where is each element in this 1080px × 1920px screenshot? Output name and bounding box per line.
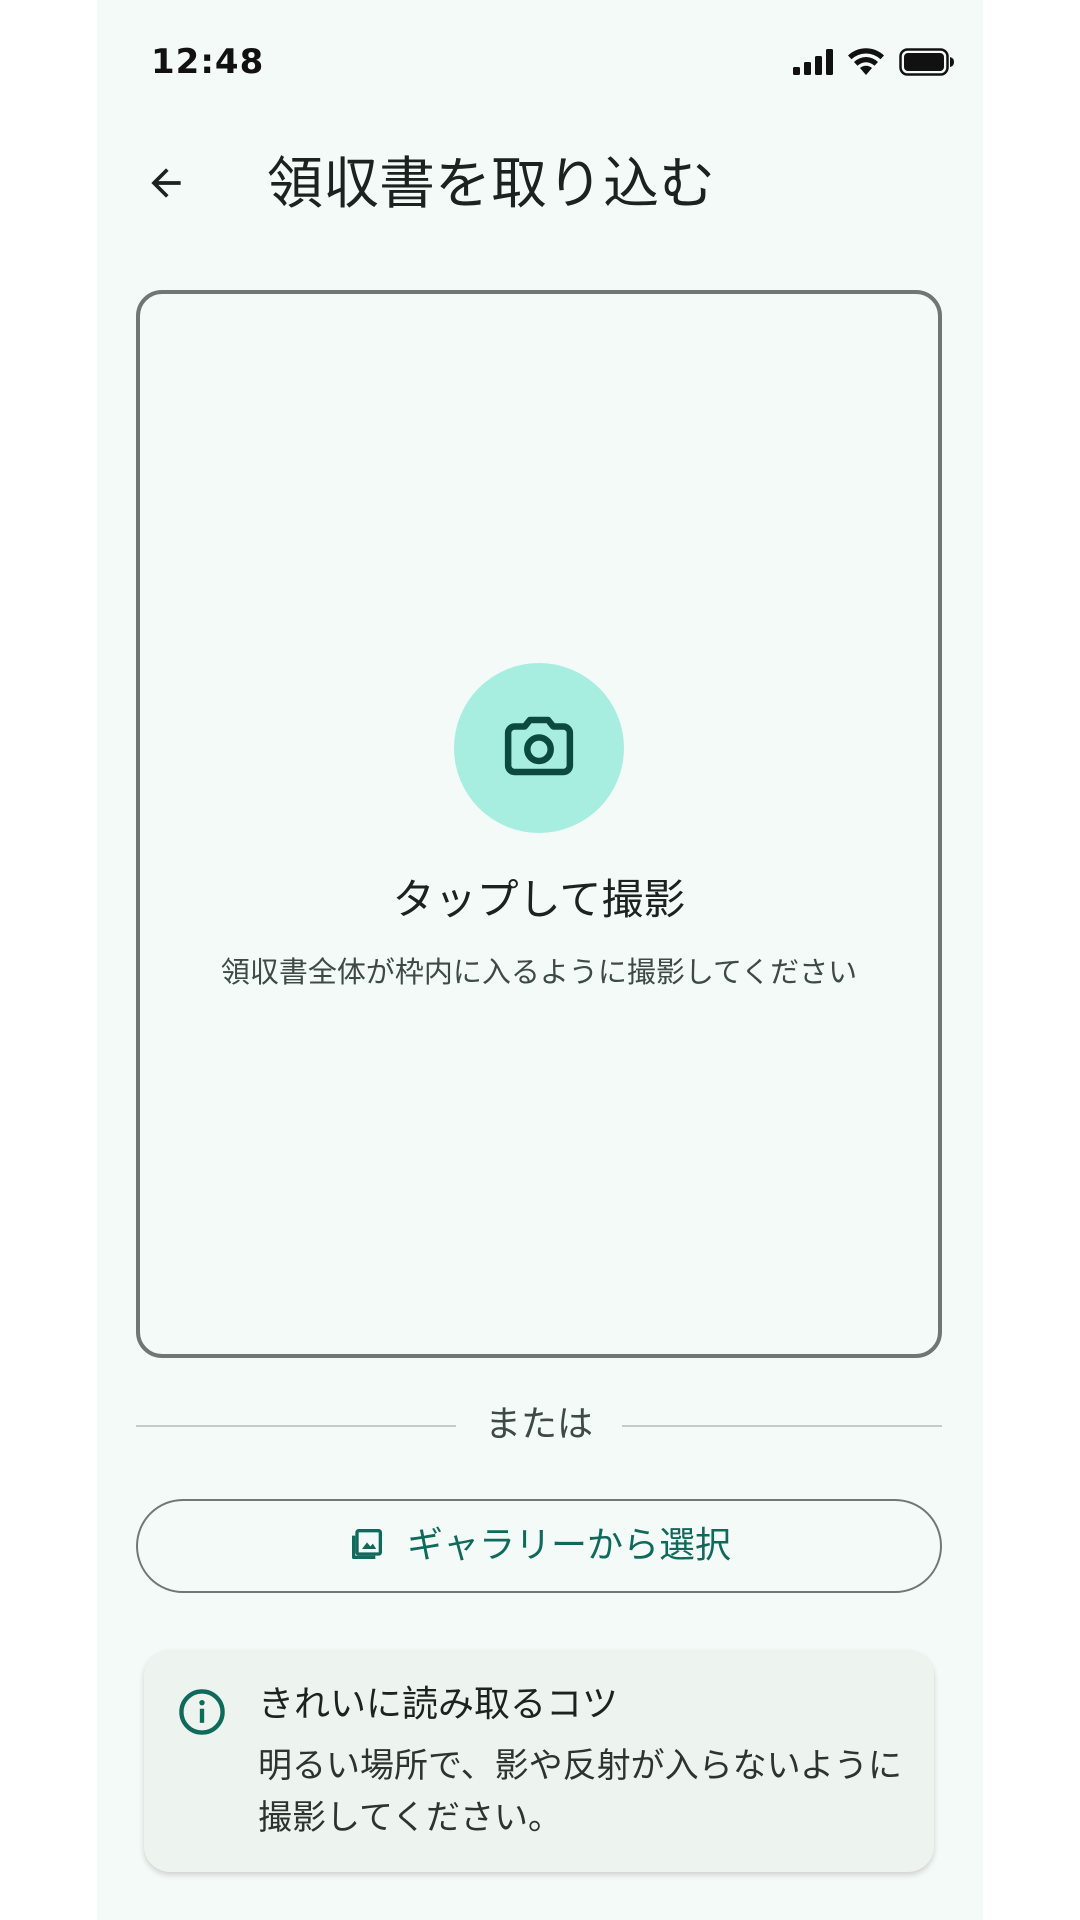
gallery-button-label: ギャラリーから選択 xyxy=(406,1525,731,1566)
back-button[interactable] xyxy=(133,152,199,218)
capture-area[interactable]: タップして撮影 領収書全体が枠内に入るように撮影してください xyxy=(136,290,942,1358)
battery-icon xyxy=(899,48,955,76)
cellular-signal-icon xyxy=(793,49,833,75)
tip-title: きれいに読み取るコツ xyxy=(258,1684,619,1725)
camera-button[interactable] xyxy=(454,663,624,833)
status-icons xyxy=(793,48,955,76)
wifi-icon xyxy=(847,48,885,76)
arrow-left-icon xyxy=(144,161,188,209)
top-app-bar: 領収書を取り込む xyxy=(97,140,983,230)
status-time: 12:48 xyxy=(151,42,265,82)
info-icon xyxy=(176,1686,228,1742)
capture-title: タップして撮影 xyxy=(392,875,686,924)
divider-line-right xyxy=(622,1425,942,1427)
status-bar: 12:48 xyxy=(97,0,983,130)
or-divider: または xyxy=(136,1400,942,1450)
page-title: 領収書を取り込む xyxy=(267,152,715,217)
camera-icon xyxy=(500,707,578,789)
capture-hint: 領収書全体が枠内に入るように撮影してください xyxy=(220,955,858,989)
app-screen: 12:48 領収書を取り込む タップして撮影 領収書全体が枠内に入るように撮影し… xyxy=(97,0,983,1920)
tip-body: 明るい場所で、影や反射が入らないように撮影してください。 xyxy=(258,1746,902,1838)
select-from-gallery-button[interactable]: ギャラリーから選択 xyxy=(136,1499,942,1593)
tip-card: きれいに読み取るコツ 明るい場所で、影や反射が入らないように撮影してください。 xyxy=(144,1650,934,1872)
gallery-icon xyxy=(347,1524,387,1568)
